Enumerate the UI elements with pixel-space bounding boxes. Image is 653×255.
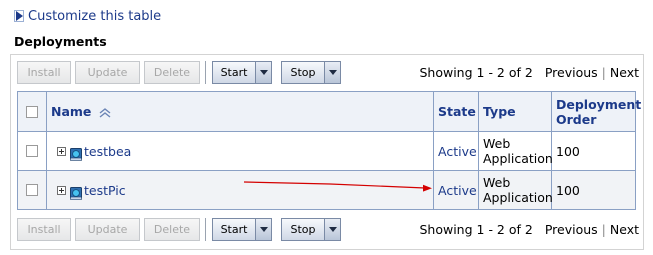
- type-cell: Web Application: [478, 170, 553, 210]
- type-line1: Web: [483, 175, 511, 190]
- stop-menu-button[interactable]: Stop: [281, 218, 341, 241]
- row-select-cell: [17, 131, 47, 171]
- toolbar-separator: [205, 61, 206, 84]
- delete-button[interactable]: Delete: [144, 218, 200, 241]
- pager-showing: Showing 1 - 2 of 2: [419, 65, 533, 80]
- install-button[interactable]: Install: [17, 218, 71, 241]
- update-button[interactable]: Update: [75, 218, 140, 241]
- type-line2: Application: [483, 151, 553, 166]
- start-menu-button[interactable]: Start: [212, 218, 272, 241]
- web-application-icon: [70, 187, 82, 200]
- state-link[interactable]: Active: [438, 183, 477, 198]
- deployment-order-cell: 100: [551, 131, 636, 171]
- start-button-label[interactable]: Start: [213, 219, 255, 240]
- deployment-order-header-line2[interactable]: Order: [556, 112, 596, 127]
- sort-ascending-icon[interactable]: [98, 107, 112, 119]
- type-column-header[interactable]: Type: [478, 91, 552, 132]
- name-header-label[interactable]: Name: [51, 104, 91, 119]
- update-button[interactable]: Update: [75, 61, 140, 84]
- deployments-table: Name State Type Deployment Order testbea…: [17, 91, 641, 210]
- state-column-header[interactable]: State: [433, 91, 479, 132]
- stop-button-label[interactable]: Stop: [282, 62, 324, 83]
- type-line1: Web: [483, 136, 511, 151]
- expand-tree-icon[interactable]: [57, 185, 66, 195]
- pager-showing: Showing 1 - 2 of 2: [419, 222, 533, 237]
- pager-separator: |: [601, 65, 606, 80]
- triangle-right-icon: [14, 10, 24, 22]
- pager-separator: |: [601, 222, 606, 237]
- customize-table-toggle[interactable]: Customize this table: [14, 8, 161, 24]
- deployment-name-link[interactable]: testPic: [84, 183, 126, 198]
- pager-bottom: Showing 1 - 2 of 2 Previous | Next: [419, 222, 639, 237]
- deployment-order-column-header[interactable]: Deployment Order: [551, 91, 641, 132]
- delete-button[interactable]: Delete: [144, 61, 200, 84]
- install-button[interactable]: Install: [17, 61, 71, 84]
- deployment-name-link[interactable]: testbea: [84, 144, 131, 159]
- table-header-row: Name State Type Deployment Order: [17, 91, 641, 132]
- pager-next[interactable]: Next: [610, 222, 639, 237]
- name-column-header[interactable]: Name: [46, 91, 434, 132]
- web-application-icon: [70, 148, 82, 161]
- name-cell: testbea: [46, 131, 434, 171]
- state-link[interactable]: Active: [438, 144, 477, 159]
- select-all-checkbox[interactable]: [26, 105, 38, 118]
- stop-dropdown-arrow-icon[interactable]: [324, 219, 340, 240]
- state-cell: Active: [433, 170, 479, 210]
- pager-next[interactable]: Next: [610, 65, 639, 80]
- toolbar-bottom: Install Update Delete Start Stop Showing…: [17, 216, 639, 242]
- row-checkbox[interactable]: [26, 184, 38, 196]
- deployment-order-cell: 100: [551, 170, 636, 210]
- start-dropdown-arrow-icon[interactable]: [255, 219, 271, 240]
- expand-tree-icon[interactable]: [57, 146, 66, 156]
- select-all-header[interactable]: [17, 91, 47, 132]
- customize-table-link[interactable]: Customize this table: [28, 9, 161, 24]
- type-cell: Web Application: [478, 131, 553, 171]
- stop-dropdown-arrow-icon[interactable]: [324, 62, 340, 83]
- type-line2: Application: [483, 190, 553, 205]
- pager-previous[interactable]: Previous: [545, 222, 598, 237]
- section-title: Deployments: [14, 34, 107, 49]
- toolbar-top: Install Update Delete Start Stop Showing…: [17, 59, 639, 85]
- row-checkbox[interactable]: [26, 145, 38, 157]
- state-cell: Active: [433, 131, 479, 171]
- pager-top: Showing 1 - 2 of 2 Previous | Next: [419, 65, 639, 80]
- row-select-cell: [17, 170, 47, 210]
- start-menu-button[interactable]: Start: [212, 61, 272, 84]
- deployments-panel: Install Update Delete Start Stop Showing…: [10, 54, 644, 250]
- pager-previous[interactable]: Previous: [545, 65, 598, 80]
- toolbar-separator: [205, 218, 206, 241]
- stop-menu-button[interactable]: Stop: [281, 61, 341, 84]
- start-dropdown-arrow-icon[interactable]: [255, 62, 271, 83]
- table-row: testPic Active Web Application 100: [17, 170, 636, 210]
- name-cell: testPic: [46, 170, 434, 210]
- stop-button-label[interactable]: Stop: [282, 219, 324, 240]
- start-button-label[interactable]: Start: [213, 62, 255, 83]
- deployment-order-header-line1[interactable]: Deployment: [556, 97, 641, 112]
- table-row: testbea Active Web Application 100: [17, 131, 636, 171]
